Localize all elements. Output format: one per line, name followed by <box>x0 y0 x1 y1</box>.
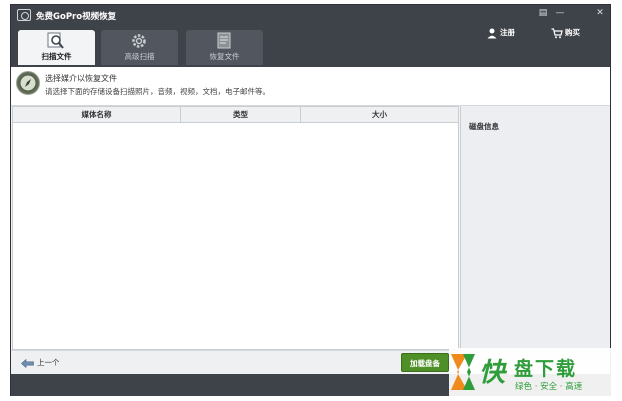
tab-advanced-scan[interactable]: 高级扫描 <box>101 30 178 65</box>
tab-scan-files[interactable]: 扫描文件 <box>18 30 95 65</box>
watermark-slogan: 绿色 · 安全 · 高速 <box>515 382 583 392</box>
column-size[interactable]: 大小 <box>301 107 458 122</box>
gear-icon <box>132 34 146 48</box>
media-table[interactable]: 媒体名称 类型 大小 <box>12 106 459 350</box>
tab-label: 高级扫描 <box>124 52 155 61</box>
app-window: 免费GoPro视频恢复 ▤ — ✕ 扫描文件 高级扫描 恢复文件 注册 购买 选… <box>10 4 611 396</box>
load-device-button[interactable]: 加载盘备 <box>401 353 449 372</box>
title-bar: 免费GoPro视频恢复 ▤ — ✕ 扫描文件 高级扫描 恢复文件 注册 购买 <box>11 5 610 67</box>
watermark-brand: 盘下载 <box>514 358 578 380</box>
menu-icon[interactable]: ▤ <box>537 8 549 19</box>
app-logo-icon <box>17 9 31 21</box>
user-icon <box>487 28 497 38</box>
instruction-subtitle: 请选择下面的存储设备扫描照片，音频，视频，文档，电子邮件等。 <box>45 87 270 96</box>
tab-label: 扫描文件 <box>41 52 72 61</box>
buy-label: 购买 <box>565 28 580 37</box>
arrow-left-icon <box>21 358 34 368</box>
close-button[interactable]: ✕ <box>594 8 606 19</box>
magnifier-icon <box>47 32 64 49</box>
svg-text:快: 快 <box>479 358 508 388</box>
minimize-button[interactable]: — <box>554 8 566 19</box>
register-label: 注册 <box>500 28 515 37</box>
previous-button[interactable]: 上一个 <box>21 356 60 370</box>
previous-label: 上一个 <box>37 358 60 367</box>
document-icon <box>217 32 231 49</box>
tab-recover-files[interactable]: 恢复文件 <box>186 30 263 65</box>
disk-info-panel: 磁盘信息 <box>460 106 610 350</box>
buy-link[interactable]: 购买 <box>551 27 580 39</box>
column-media-name[interactable]: 媒体名称 <box>13 107 181 122</box>
watermark-logo: 快 盘下载 绿色 · 安全 · 高速 <box>449 348 616 398</box>
compass-icon <box>16 71 40 95</box>
tab-label: 恢复文件 <box>209 52 240 61</box>
cart-icon <box>551 27 563 38</box>
instruction-bar: 选择媒介以恢复文件 请选择下面的存储设备扫描照片，音频，视频，文档，电子邮件等。 <box>11 67 610 106</box>
instruction-title: 选择媒介以恢复文件 <box>45 74 117 83</box>
disk-info-title: 磁盘信息 <box>469 122 499 131</box>
app-title: 免费GoPro视频恢复 <box>36 12 117 22</box>
table-header: 媒体名称 类型 大小 <box>13 107 458 123</box>
column-type[interactable]: 类型 <box>181 107 301 122</box>
register-link[interactable]: 注册 <box>487 27 515 39</box>
